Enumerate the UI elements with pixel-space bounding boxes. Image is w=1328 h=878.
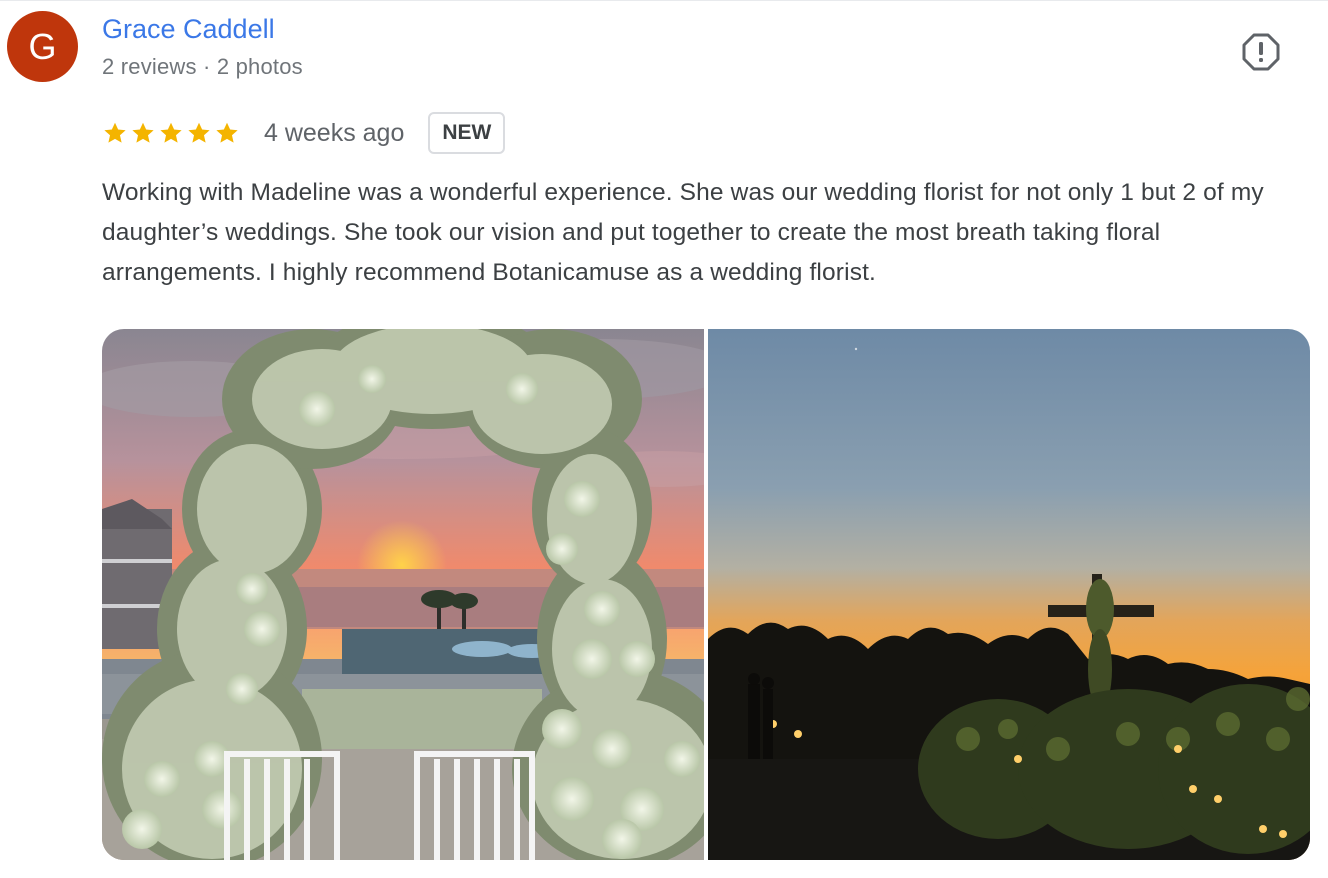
star-icon: [160, 122, 182, 143]
report-icon: [1242, 33, 1280, 71]
avatar-letter: G: [28, 25, 57, 67]
review-date: 4 weeks ago: [264, 118, 405, 147]
review-photo-1[interactable]: [102, 329, 704, 860]
star-icon: [104, 122, 126, 143]
photo-floral-arch-sunset: [102, 329, 704, 860]
photo-floral-cross-dusk: [708, 329, 1310, 860]
star-icon: [188, 122, 210, 143]
star-icon: [132, 122, 154, 143]
rating-row: 4 weeks ago NEW: [102, 110, 506, 156]
review-text: Working with Madeline was a wonderful ex…: [102, 179, 1264, 286]
avatar[interactable]: G: [7, 11, 78, 82]
reviewer-name-link[interactable]: Grace Caddell: [102, 14, 275, 45]
reviewer-meta: 2 reviews · 2 photos: [102, 54, 303, 79]
new-badge: NEW: [428, 112, 506, 154]
review-photo-2[interactable]: [708, 329, 1310, 860]
star-rating: [102, 120, 240, 146]
star-icon: [216, 122, 238, 143]
report-button[interactable]: [1240, 31, 1282, 73]
top-divider: [0, 0, 1328, 1]
